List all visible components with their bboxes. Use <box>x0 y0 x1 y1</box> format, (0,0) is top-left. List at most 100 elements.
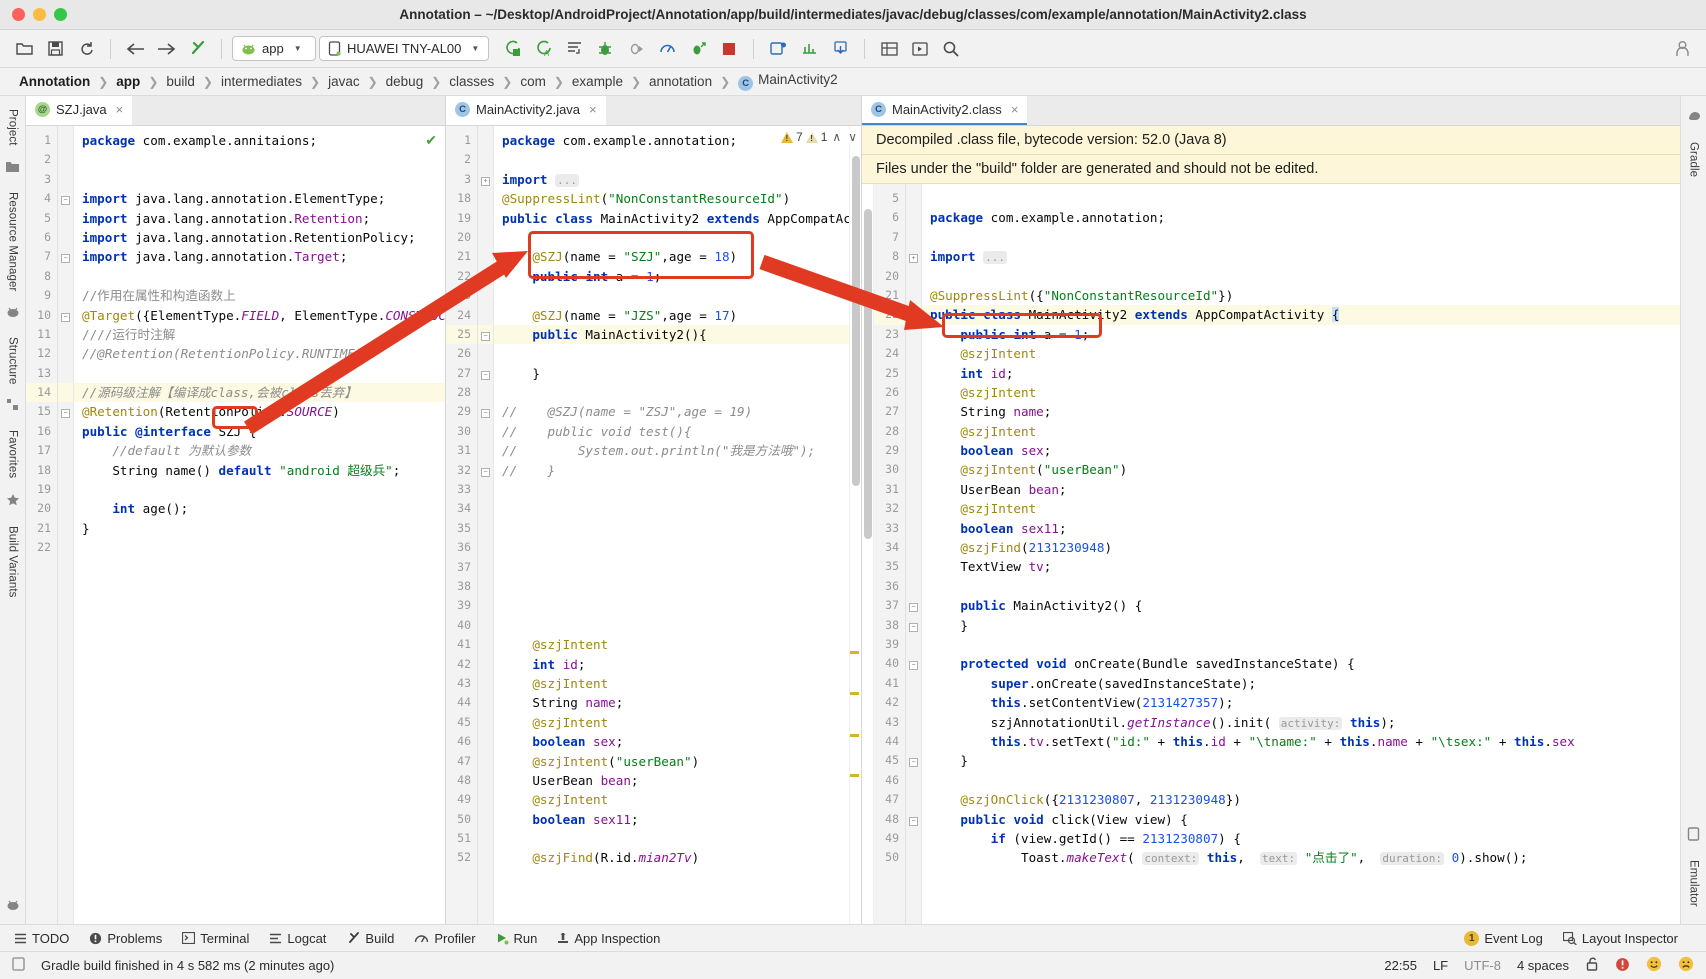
run-icon[interactable] <box>498 36 526 62</box>
code-viewport-pane2[interactable]: 1 2 3 18 19 20 21 22 23 24 25 26 27 28 29 30 31 32 33 34 35 3… <box>446 126 861 924</box>
code-line[interactable] <box>494 344 849 363</box>
apply-changes-icon[interactable]: A <box>529 36 557 62</box>
code-line[interactable] <box>494 577 849 596</box>
breadcrumb-item-9[interactable]: annotation <box>644 74 717 89</box>
fold-toggle[interactable]: − <box>906 654 921 673</box>
run-profiler-icon[interactable] <box>684 36 712 62</box>
sidebar-item-build-variants[interactable]: Build Variants <box>7 519 19 605</box>
code-viewport-pane3[interactable]: 5 6 7 8 20 21 22 23 24 25 26 27 28 29 30 31 32 33 34 35 36 37… <box>862 184 1680 924</box>
code-line[interactable] <box>74 538 445 557</box>
code-line[interactable]: @SZJ(name = "JZS",age = 17) <box>494 306 849 325</box>
code-line[interactable]: package com.example.annitaions; <box>74 131 445 150</box>
code-line[interactable]: // @SZJ(name = "ZSJ",age = 19) <box>494 402 849 421</box>
code-line[interactable] <box>74 364 445 383</box>
fold-toggle[interactable]: − <box>478 461 493 480</box>
fold-toggle[interactable]: − <box>58 189 73 208</box>
code-line[interactable]: String name() default "android 超级兵"; <box>74 461 445 480</box>
sad-face-icon[interactable] <box>1678 956 1694 975</box>
code-line[interactable] <box>494 616 849 635</box>
code-line[interactable]: @Target({ElementType.FIELD, ElementType.… <box>74 306 445 325</box>
code-line[interactable] <box>494 286 849 305</box>
device-file-explorer-icon[interactable] <box>826 36 854 62</box>
code-line[interactable]: //@Retention(RetentionPolicy.RUNTIME) <box>74 344 445 363</box>
indent-setting[interactable]: 4 spaces <box>1517 958 1569 973</box>
android-icon[interactable] <box>6 305 20 323</box>
account-icon[interactable] <box>1668 36 1696 62</box>
code-line[interactable]: public @interface SZJ { <box>74 422 445 441</box>
bottom-item-event-log[interactable]: 1 Event Log <box>1464 930 1543 946</box>
folder-icon[interactable] <box>5 160 20 178</box>
fold-toggle[interactable]: + <box>478 170 493 189</box>
emulator-screen-icon[interactable] <box>1687 827 1700 846</box>
code-line[interactable]: } <box>922 616 1680 635</box>
fold-gutter-pane3[interactable]: + − − − − − <box>906 184 922 924</box>
code-line[interactable]: boolean sex; <box>922 441 1680 460</box>
breadcrumb-item-3[interactable]: intermediates <box>216 74 307 89</box>
save-icon[interactable] <box>41 36 69 62</box>
code-line[interactable]: import ... <box>494 170 849 189</box>
fold-toggle[interactable]: − <box>906 596 921 615</box>
code-line[interactable]: @szjIntent <box>494 635 849 654</box>
code-line[interactable]: public MainActivity2() { <box>922 596 1680 615</box>
code-line[interactable]: } <box>74 519 445 538</box>
code-line[interactable]: @szjIntent <box>922 422 1680 441</box>
stop-icon[interactable] <box>715 36 743 62</box>
fold-toggle[interactable]: − <box>58 247 73 266</box>
search-icon[interactable] <box>937 36 965 62</box>
code-text-pane3[interactable]: package com.example.annotation; import .… <box>922 184 1680 924</box>
code-line[interactable]: super.onCreate(savedInstanceState); <box>922 674 1680 693</box>
error-icon[interactable] <box>1615 957 1630 975</box>
code-line[interactable]: boolean sex11; <box>922 519 1680 538</box>
code-line[interactable]: boolean sex11; <box>494 810 849 829</box>
code-line[interactable]: @Retention(RetentionPolicy.SOURCE) <box>74 402 445 421</box>
code-viewport-pane1[interactable]: 1 2 3 4 5 6 7 8 9 10 11 12 13 14 15 16 17 18 19 20 21 22 − − − −… <box>26 126 445 924</box>
fold-toggle[interactable]: − <box>906 616 921 635</box>
code-line[interactable] <box>922 771 1680 790</box>
structure-tree-icon[interactable] <box>6 398 19 416</box>
maximize-window-button[interactable] <box>54 8 67 21</box>
code-line[interactable]: int age(); <box>74 499 445 518</box>
code-line[interactable] <box>494 829 849 848</box>
code-line[interactable]: public class MainActivity2 extends AppCo… <box>922 305 1680 325</box>
code-line[interactable] <box>922 228 1680 247</box>
code-line[interactable] <box>494 228 849 247</box>
code-line[interactable]: } <box>494 364 849 383</box>
code-line[interactable]: protected void onCreate(Bundle savedInst… <box>922 654 1680 673</box>
code-line[interactable]: public int a = 1; <box>494 267 849 286</box>
close-icon[interactable]: × <box>589 102 597 117</box>
code-line[interactable]: // System.out.println("我是方法哦"); <box>494 441 849 460</box>
code-line[interactable] <box>494 499 849 518</box>
code-line[interactable]: int id; <box>922 364 1680 383</box>
code-line[interactable] <box>494 538 849 557</box>
code-line[interactable]: } <box>922 751 1680 770</box>
inspection-ok-icon[interactable]: ✔ <box>425 132 437 149</box>
code-line[interactable]: String name; <box>494 693 849 712</box>
code-line[interactable]: szjAnnotationUtil.getInstance().init( ac… <box>922 713 1680 732</box>
fold-toggle[interactable]: − <box>478 364 493 383</box>
tab-mainactivity2-class[interactable]: C MainActivity2.class × <box>862 96 1028 125</box>
close-window-button[interactable] <box>12 8 25 21</box>
profiler-icon[interactable] <box>653 36 681 62</box>
code-line[interactable]: import java.lang.annotation.RetentionPol… <box>74 228 445 247</box>
fold-gutter-pane2[interactable]: + − − − − <box>478 126 494 924</box>
code-line[interactable]: boolean sex; <box>494 732 849 751</box>
open-folder-icon[interactable] <box>10 36 38 62</box>
code-line[interactable]: // public void test(){ <box>494 422 849 441</box>
code-line[interactable] <box>74 170 445 189</box>
inspection-summary-pane2[interactable]: 7 1 ∧ ∨ <box>777 130 859 144</box>
code-line[interactable]: ////运行时注解 <box>74 325 445 344</box>
code-line[interactable] <box>494 596 849 615</box>
code-line[interactable]: TextView tv; <box>922 557 1680 576</box>
breadcrumb-item-10[interactable]: C MainActivity2 <box>733 72 843 91</box>
code-text-pane2[interactable]: package com.example.annotation; import .… <box>494 126 849 924</box>
star-icon[interactable] <box>6 493 20 512</box>
scrollbar-thumb-pane2[interactable] <box>852 156 860 486</box>
breadcrumb-item-1[interactable]: app <box>111 74 145 89</box>
code-line[interactable]: @szjIntent("userBean") <box>494 752 849 771</box>
fold-toggle[interactable]: − <box>58 306 73 325</box>
code-line[interactable]: //作用在属性和构造函数上 <box>74 286 445 305</box>
scrollbar-thumb-pane3[interactable] <box>864 209 872 539</box>
code-line[interactable] <box>922 577 1680 596</box>
breadcrumb-item-7[interactable]: com <box>515 74 551 89</box>
code-line[interactable]: public MainActivity2(){ <box>494 324 849 345</box>
